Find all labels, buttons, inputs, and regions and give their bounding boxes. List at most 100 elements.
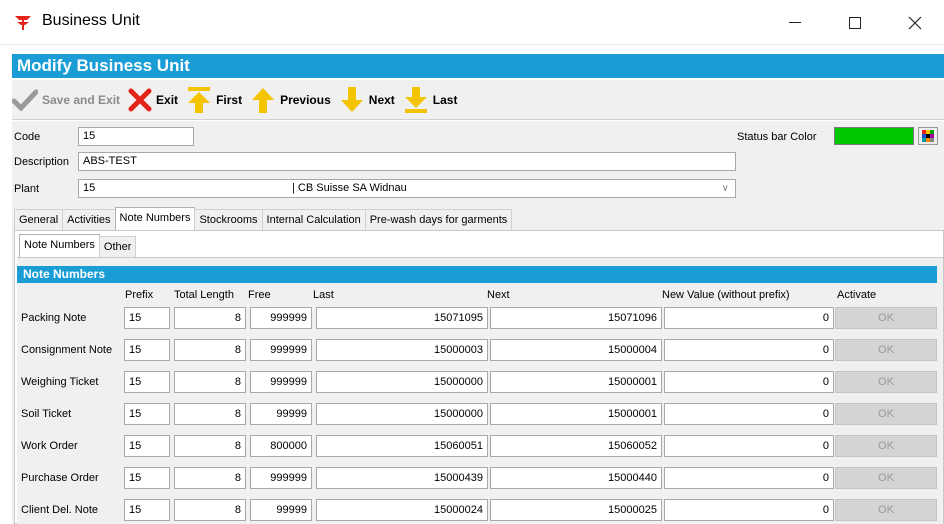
total-length-field[interactable]: 8	[174, 339, 246, 361]
next-button[interactable]: Next	[339, 86, 395, 114]
tab-stockrooms[interactable]: Stockrooms	[194, 209, 263, 230]
total-length-field[interactable]: 8	[174, 435, 246, 457]
tab-note-numbers[interactable]: Note Numbers	[114, 207, 196, 230]
activate-ok-button[interactable]: OK	[835, 435, 937, 457]
free-field[interactable]: 999999	[250, 371, 312, 393]
free-field[interactable]: 999999	[250, 339, 312, 361]
next-field[interactable]: 15000004	[490, 339, 662, 361]
next-field[interactable]: 15060052	[490, 435, 662, 457]
note-numbers-tab-page: Note Numbers Other Note Numbers Prefix T…	[14, 230, 944, 524]
last-field[interactable]: 15000024	[316, 499, 488, 521]
activate-ok-button[interactable]: OK	[835, 307, 937, 329]
maximize-button[interactable]	[832, 0, 878, 45]
prefix-field[interactable]: 15	[124, 499, 170, 521]
color-picker-icon	[922, 130, 934, 142]
last-field[interactable]: 15000000	[316, 403, 488, 425]
free-field[interactable]: 999999	[250, 467, 312, 489]
total-length-field[interactable]: 8	[174, 371, 246, 393]
prefix-field[interactable]: 15	[124, 307, 170, 329]
row-label: Weighing Ticket	[21, 376, 99, 388]
activate-ok-button[interactable]: OK	[835, 339, 937, 361]
next-field[interactable]: 15000001	[490, 403, 662, 425]
activate-ok-button[interactable]: OK	[835, 467, 937, 489]
next-field[interactable]: 15071096	[490, 307, 662, 329]
last-field[interactable]: 15000000	[316, 371, 488, 393]
page-title: Modify Business Unit	[12, 54, 944, 78]
free-field[interactable]: 999999	[250, 307, 312, 329]
note-numbers-section-title: Note Numbers	[17, 266, 937, 283]
col-header-next: Next	[487, 289, 510, 301]
total-length-field[interactable]: 8	[174, 499, 246, 521]
exit-button[interactable]: Exit	[128, 88, 178, 112]
description-field[interactable]: ABS-TEST	[78, 152, 736, 171]
col-header-last: Last	[313, 289, 334, 301]
row-label: Packing Note	[21, 312, 87, 324]
exit-label: Exit	[156, 92, 179, 107]
tab-general[interactable]: General	[14, 209, 64, 230]
row-label: Soil Ticket	[21, 408, 72, 420]
last-field[interactable]: 15000439	[316, 467, 488, 489]
new-value-field[interactable]: 0	[664, 371, 834, 393]
code-field[interactable]: 15	[78, 127, 194, 146]
new-value-field[interactable]: 0	[664, 435, 834, 457]
last-field[interactable]: 15060051	[316, 435, 488, 457]
total-length-field[interactable]: 8	[174, 403, 246, 425]
tab-activities[interactable]: Activities	[62, 209, 116, 230]
save-and-exit-button[interactable]: Save and Exit	[12, 89, 120, 111]
close-button[interactable]	[892, 0, 938, 45]
table-row: Packing Note 15 8 999999 15071095 15071096 0 OK	[17, 305, 943, 329]
new-value-field[interactable]: 0	[664, 339, 834, 361]
next-field[interactable]: 15000440	[490, 467, 662, 489]
previous-button[interactable]: Previous	[250, 86, 331, 114]
code-label: Code	[14, 131, 41, 143]
next-field[interactable]: 15000025	[490, 499, 662, 521]
color-picker-button[interactable]	[918, 127, 938, 145]
previous-arrow-icon	[252, 87, 275, 113]
total-length-field[interactable]: 8	[174, 307, 246, 329]
first-arrow-icon	[188, 86, 211, 113]
prefix-field[interactable]: 15	[124, 371, 170, 393]
subtab-other[interactable]: Other	[98, 236, 137, 257]
prefix-field[interactable]: 15	[124, 403, 170, 425]
row-label: Consignment Note	[21, 344, 113, 356]
total-length-field[interactable]: 8	[174, 467, 246, 489]
row-label: Client Del. Note	[21, 504, 99, 516]
table-row: Weighing Ticket 15 8 999999 15000000 15000001…	[17, 369, 943, 393]
app-logo-icon	[15, 16, 31, 30]
free-field[interactable]: 99999	[250, 499, 312, 521]
free-field[interactable]: 99999	[250, 403, 312, 425]
toolbar: Save and Exit Exit First Previous Next L…	[12, 80, 944, 120]
next-field[interactable]: 15000001	[490, 371, 662, 393]
table-row: Purchase Order 15 8 999999 15000439 15000440 0…	[17, 465, 943, 489]
table-row: Client Del. Note 15 8 99999 15000024 15000025…	[17, 497, 943, 521]
last-field[interactable]: 15071095	[316, 307, 488, 329]
prefix-field[interactable]: 15	[124, 435, 170, 457]
col-header-new-value: New Value (without prefix)	[662, 289, 790, 301]
prefix-field[interactable]: 15	[124, 339, 170, 361]
activate-ok-button[interactable]: OK	[835, 371, 937, 393]
last-button[interactable]: Last	[403, 86, 457, 114]
note-numbers-panel: Note Numbers Prefix Total Length Free La…	[17, 257, 943, 524]
new-value-field[interactable]: 0	[664, 499, 834, 521]
col-header-free: Free	[248, 289, 271, 301]
activate-ok-button[interactable]: OK	[835, 403, 937, 425]
subtab-note-numbers[interactable]: Note Numbers	[19, 234, 100, 257]
minimize-button[interactable]	[772, 0, 818, 45]
tab-internal-calculation[interactable]: Internal Calculation	[261, 209, 366, 230]
maximize-icon	[849, 16, 861, 29]
prefix-field[interactable]: 15	[124, 467, 170, 489]
new-value-field[interactable]: 0	[664, 307, 834, 329]
last-field[interactable]: 15000003	[316, 339, 488, 361]
plant-label: Plant	[14, 183, 40, 195]
new-value-field[interactable]: 0	[664, 403, 834, 425]
first-button[interactable]: First	[186, 86, 242, 114]
tab-pre-wash-days[interactable]: Pre-wash days for garments	[364, 209, 513, 230]
new-value-field[interactable]: 0	[664, 467, 834, 489]
status-bar-color-swatch[interactable]	[834, 127, 914, 145]
plant-select[interactable]: 15 | CB Suisse SA Widnau ∨	[78, 179, 736, 198]
free-field[interactable]: 800000	[250, 435, 312, 457]
chevron-down-icon: ∨	[721, 183, 729, 194]
activate-ok-button[interactable]: OK	[835, 499, 937, 521]
save-and-exit-label: Save and Exit	[42, 92, 121, 107]
table-row: Soil Ticket 15 8 99999 15000000 15000001 0 OK	[17, 401, 943, 425]
